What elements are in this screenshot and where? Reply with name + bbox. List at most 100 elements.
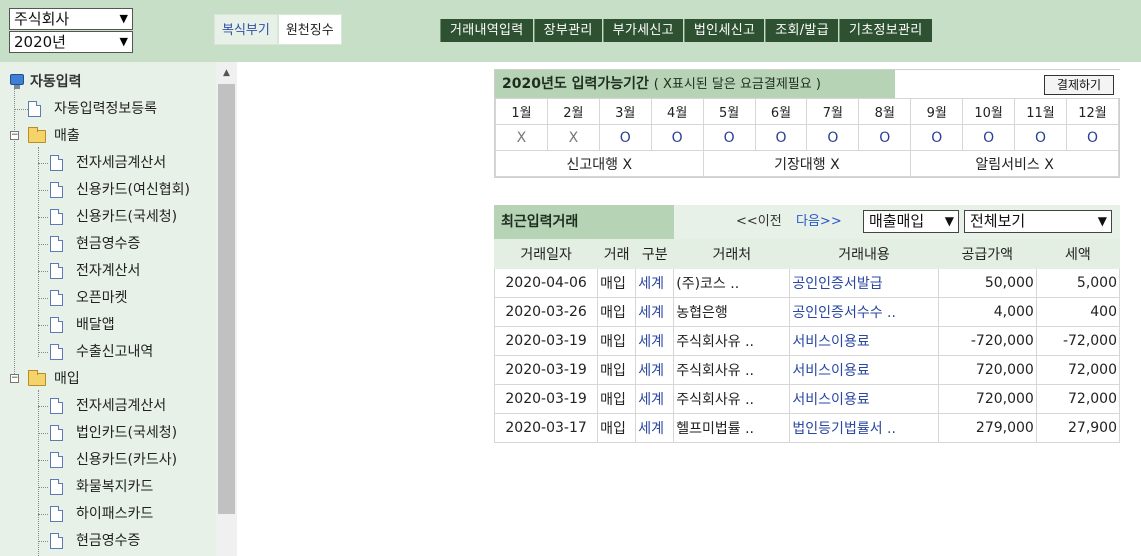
class-cell[interactable]: 세계 xyxy=(635,297,675,327)
chevron-down-icon: ▼ xyxy=(119,12,128,25)
sidebar-item-label: 배달앱 xyxy=(76,317,115,333)
year-select[interactable]: 2020년 ▼ xyxy=(9,31,133,53)
month-status-cell: O xyxy=(598,124,652,151)
tax-cell: 72,000 xyxy=(1035,384,1121,414)
supply-amount-cell: 720,000 xyxy=(937,384,1037,414)
content-cell[interactable]: 서비스이용료 xyxy=(789,355,939,385)
input-period-header: 2020년도 입력가능기간 ( X표시된 달은 요금결제필요 ) xyxy=(495,70,1121,98)
trade-cell: 매입 xyxy=(597,413,637,443)
date-cell: 2020-03-17 xyxy=(493,413,599,443)
date-cell: 2020-03-26 xyxy=(493,297,599,327)
trade-cell: 매입 xyxy=(597,355,637,385)
chevron-down-icon: ▼ xyxy=(1097,214,1107,228)
view-filter-select[interactable]: 전체보기 ▼ xyxy=(964,210,1112,233)
table-row[interactable]: 2020-03-26 매입 세계 농협은행 공인인증서수수 .. 4,000 400 xyxy=(493,297,1121,327)
input-period-title-text: 2020년도 입력가능기간 xyxy=(502,76,649,92)
table-row[interactable]: 2020-04-06 매입 세계 (주)코스 .. 공인인증서발급 50,000 5,000 xyxy=(493,268,1121,298)
scrollbar-thumb[interactable] xyxy=(218,84,235,514)
document-icon xyxy=(50,182,63,198)
chevron-down-icon: ▼ xyxy=(119,35,128,48)
prev-page-link[interactable]: <<이전 xyxy=(736,205,782,239)
sidebar-item-label: 현금영수증 xyxy=(76,533,141,549)
supply-amount-cell: 50,000 xyxy=(937,268,1037,298)
trade-cell: 매입 xyxy=(597,326,637,356)
month-status-cell: O xyxy=(650,124,704,151)
recent-transactions-header: 최근입력거래 <<이전 다음>> 매출매입 ▼ 전체보기 ▼ xyxy=(494,205,1120,239)
folder-icon xyxy=(28,127,46,143)
marks-row: XXOOOOOOOOOO xyxy=(495,124,1120,151)
column-header: 거래처 xyxy=(673,239,791,269)
column-header: 구분 xyxy=(635,239,675,269)
tab-double-entry[interactable]: 복식부기 xyxy=(214,14,278,45)
partner-cell: (주)코스 .. xyxy=(673,268,791,298)
date-cell: 2020-04-06 xyxy=(493,268,599,298)
table-header-row: 거래일자 거래 구분 거래처 거래내용 공급가액 세액 xyxy=(493,239,1121,269)
table-row[interactable]: 2020-03-19 매입 세계 주식회사유 .. 서비스이용료 720,000 72,00… xyxy=(493,384,1121,414)
trade-cell: 매입 xyxy=(597,297,637,327)
month-cell: 3월 xyxy=(598,98,652,125)
partner-cell: 주식회사유 .. xyxy=(673,355,791,385)
nav-vat-report[interactable]: 부가세신고 xyxy=(602,19,683,42)
column-header: 세액 xyxy=(1035,239,1121,269)
content-cell[interactable]: 공인인증서발급 xyxy=(789,268,939,298)
document-icon xyxy=(50,236,63,252)
content-cell[interactable]: 서비스이용료 xyxy=(789,384,939,414)
nav-corporate-tax[interactable]: 법인세신고 xyxy=(683,19,765,42)
class-cell[interactable]: 세계 xyxy=(635,326,675,356)
sidebar-tree: 자동입력 자동입력정보등록 − 매출 전자세금계산서 신용카드(여신협회) 신용… xyxy=(0,62,237,556)
sidebar-item-label: 수출신고내역 xyxy=(76,344,154,360)
partner-cell: 헬프미법률 .. xyxy=(673,413,791,443)
document-icon xyxy=(50,479,63,495)
tree-line xyxy=(38,460,48,461)
service-filing-agency: 신고대행 X xyxy=(495,150,704,177)
partner-cell: 주식회사유 .. xyxy=(673,384,791,414)
company-select[interactable]: 주식회사 ▼ xyxy=(9,8,133,30)
collapse-icon[interactable]: − xyxy=(10,374,19,383)
document-icon xyxy=(50,344,63,360)
type-filter-select[interactable]: 매출매입 ▼ xyxy=(863,210,959,233)
nav-basic-info[interactable]: 기초정보관리 xyxy=(838,19,932,42)
content-cell[interactable]: 서비스이용료 xyxy=(789,326,939,356)
sidebar-item-label: 오픈마켓 xyxy=(76,290,128,306)
sidebar-item-label: 전자세금계산서 xyxy=(76,398,167,414)
sidebar-item-label: 화물복지카드 xyxy=(76,479,154,495)
nav-ledger[interactable]: 장부관리 xyxy=(533,19,602,42)
column-header: 공급가액 xyxy=(937,239,1037,269)
document-icon xyxy=(50,317,63,333)
class-cell[interactable]: 세계 xyxy=(635,384,675,414)
month-cell: 6월 xyxy=(754,98,808,125)
class-cell[interactable]: 세계 xyxy=(635,268,675,298)
table-row[interactable]: 2020-03-19 매입 세계 주식회사유 .. 서비스이용료 720,000 72,00… xyxy=(493,355,1121,385)
chevron-down-icon: ▼ xyxy=(944,214,954,228)
next-page-link[interactable]: 다음>> xyxy=(796,205,842,239)
month-cell: 2월 xyxy=(546,98,600,125)
column-header: 거래내용 xyxy=(789,239,939,269)
collapse-icon[interactable]: − xyxy=(10,131,19,140)
table-row[interactable]: 2020-03-19 매입 세계 주식회사유 .. 서비스이용료 -720,000 -72,… xyxy=(493,326,1121,356)
date-cell: 2020-03-19 xyxy=(493,326,599,356)
nav-inquiry-issue[interactable]: 조회/발급 xyxy=(765,19,838,42)
content-cell[interactable]: 공인인증서수수 .. xyxy=(789,297,939,327)
pay-button[interactable]: 결제하기 xyxy=(1044,75,1114,95)
scroll-up-arrow-icon[interactable]: ▲ xyxy=(216,62,237,84)
company-select-value: 주식회사 xyxy=(14,10,70,28)
tab-withholding[interactable]: 원천징수 xyxy=(277,14,342,45)
tree-line xyxy=(38,406,48,407)
computer-icon xyxy=(10,74,24,90)
table-row[interactable]: 2020-03-17 매입 세계 헬프미법률 .. 법인등기법률서 .. 279,000 2… xyxy=(493,413,1121,443)
table-body: 2020-04-06 매입 세계 (주)코스 .. 공인인증서발급 50,000 5,000… xyxy=(493,268,1121,443)
tree-line xyxy=(38,163,48,164)
content-cell[interactable]: 법인등기법률서 .. xyxy=(789,413,939,443)
tax-cell: 400 xyxy=(1035,297,1121,327)
sidebar-item-label: 전자계산서 xyxy=(76,263,141,279)
class-cell[interactable]: 세계 xyxy=(635,355,675,385)
sidebar-item-label: 자동입력정보등록 xyxy=(54,101,158,117)
nav-transaction-input[interactable]: 거래내역입력 xyxy=(440,19,533,42)
sidebar-scrollbar[interactable]: ▲ xyxy=(216,62,237,556)
tree-line xyxy=(38,390,39,556)
date-cell: 2020-03-19 xyxy=(493,384,599,414)
tree-line xyxy=(38,325,48,326)
trade-cell: 매입 xyxy=(597,384,637,414)
month-status-cell: X xyxy=(495,124,548,151)
class-cell[interactable]: 세계 xyxy=(635,413,675,443)
